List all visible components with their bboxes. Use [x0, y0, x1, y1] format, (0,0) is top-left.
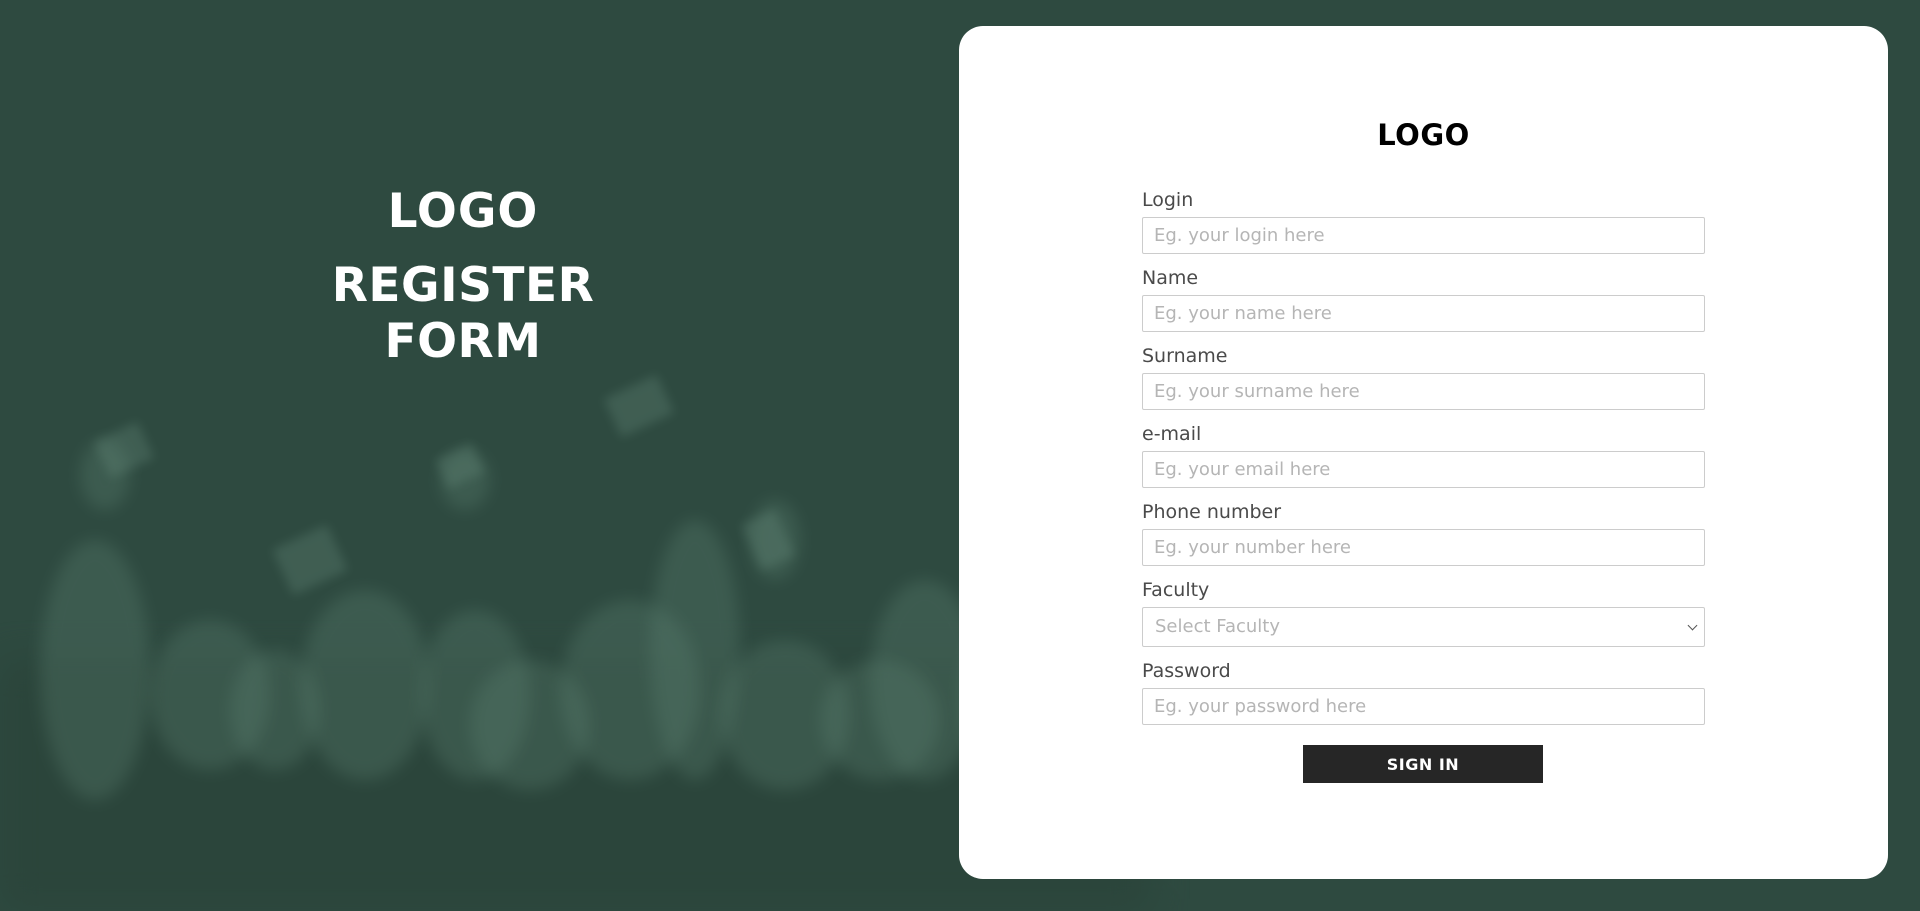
surname-input[interactable]: [1142, 373, 1705, 410]
hero-section: LOGO REGISTER FORM: [303, 180, 623, 370]
faculty-label: Faculty: [1142, 579, 1210, 601]
name-input[interactable]: [1142, 295, 1705, 332]
page-title: REGISTER FORM: [303, 258, 623, 370]
login-label: Login: [1142, 189, 1194, 211]
sign-in-button[interactable]: SIGN IN: [1303, 745, 1543, 783]
hero-logo: LOGO: [387, 184, 539, 239]
page-title-line-1: REGISTER: [331, 258, 595, 313]
surname-field-group: Surname: [1142, 345, 1705, 410]
email-field-group: e-mail: [1142, 423, 1705, 488]
email-input[interactable]: [1142, 451, 1705, 488]
phone-input[interactable]: [1142, 529, 1705, 566]
phone-label: Phone number: [1142, 501, 1282, 523]
faculty-select-value: Select Faculty: [1155, 616, 1280, 637]
register-card: LOGO Login Name Surname e-mail Phone num…: [959, 26, 1888, 879]
login-input[interactable]: [1142, 217, 1705, 254]
password-input[interactable]: [1142, 688, 1705, 725]
faculty-select[interactable]: Select Faculty: [1142, 607, 1705, 647]
email-label: e-mail: [1142, 423, 1202, 445]
name-label: Name: [1142, 267, 1199, 289]
page-title-line-2: FORM: [384, 314, 542, 369]
phone-field-group: Phone number: [1142, 501, 1705, 566]
name-field-group: Name: [1142, 267, 1705, 332]
password-field-group: Password: [1142, 660, 1705, 725]
surname-label: Surname: [1142, 345, 1228, 367]
password-label: Password: [1142, 660, 1231, 682]
chevron-down-icon: [1687, 620, 1698, 631]
card-logo: LOGO: [1377, 118, 1470, 152]
login-field-group: Login: [1142, 189, 1705, 254]
faculty-field-group: Faculty Select Faculty: [1142, 579, 1705, 647]
